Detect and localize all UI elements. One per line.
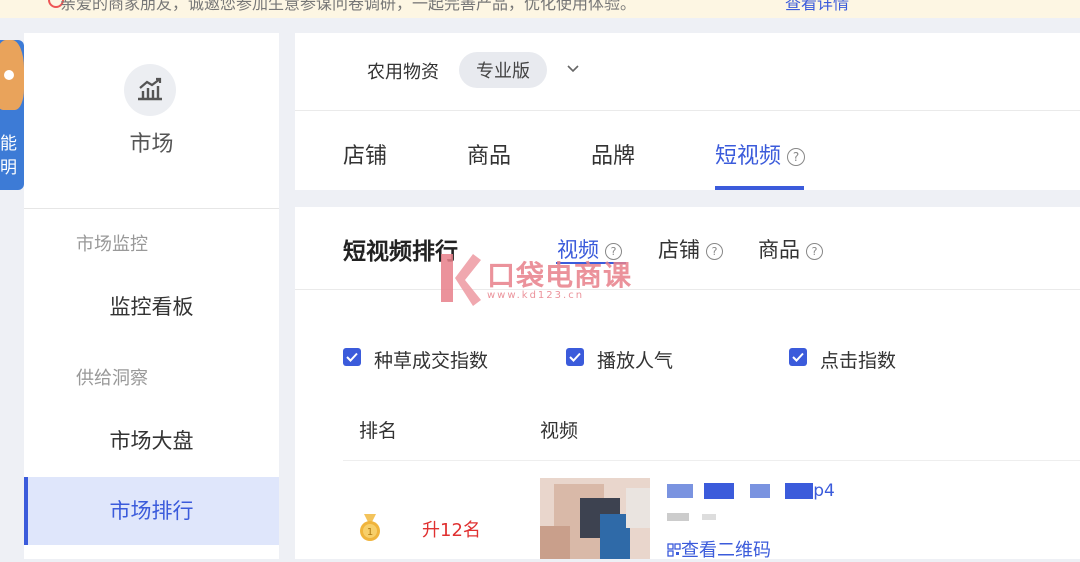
view-qr-code-link[interactable]: 查看二维码 [667,536,771,562]
sidebar-divider [24,208,279,209]
tab-active-indicator [715,186,804,190]
video-thumbnail[interactable] [540,478,650,559]
industry-selector[interactable]: 农用物资 [367,58,439,84]
banner-link[interactable]: 查看详情 [785,0,849,14]
subtab-shop[interactable]: 店铺? [658,234,723,264]
subtab-product-label: 商品 [758,238,800,262]
header-divider [295,110,1080,111]
watermark: 口袋电商课 www.kd123.cn [435,250,650,310]
table-header-divider [343,460,1080,461]
checkbox-play-popularity[interactable] [566,348,584,366]
rank-change: 升12名 [422,520,481,541]
column-header-video: 视频 [540,420,579,442]
video-title-tail: p4 [813,481,835,501]
header-panel [295,33,1080,190]
video-title-redacted [749,484,770,498]
qr-code-icon [667,543,681,557]
sidebar-item-market-overview[interactable]: 市场大盘 [24,407,279,475]
help-icon[interactable]: ? [706,243,723,260]
subtab-product[interactable]: 商品? [758,234,823,264]
tab-brands[interactable]: 品牌 [591,138,635,170]
sidebar-group-supply: 供给洞察 [76,368,148,389]
video-title-redacted [704,483,735,499]
author-redacted [701,513,716,520]
edition-badge[interactable]: 专业版 [459,52,547,88]
banner-text: 亲爱的商家朋友，诚邀您参加生意参谋问卷调研，一起完善产品，优化使用体验。 [60,0,637,13]
mascot-eye [4,70,14,80]
checkbox-click-index[interactable] [789,348,807,366]
column-header-rank: 排名 [359,420,398,442]
tab-shops[interactable]: 店铺 [343,138,387,170]
help-icon[interactable]: ? [787,148,806,166]
sidebar-title: 市场 [129,132,174,157]
watermark-logo-icon [441,254,481,306]
tab-products[interactable]: 商品 [467,138,511,170]
watermark-url: www.kd123.cn [487,290,585,301]
check-icon [569,352,581,362]
video-author [667,507,716,525]
tab-short-video[interactable]: 短视频? [715,138,806,170]
tab-short-video-label: 短视频 [715,144,782,169]
check-icon [346,352,358,362]
checkbox-seeding-index[interactable] [343,348,361,366]
market-chart-icon [124,64,176,116]
subtab-shop-label: 店铺 [658,238,700,262]
assistant-mascot[interactable]: 能明 [0,40,24,190]
notice-banner: 亲爱的商家朋友，诚邀您参加生意参谋问卷调研，一起完善产品，优化使用体验。 查看详… [0,0,1080,18]
metric-label: 种草成交指数 [374,350,489,372]
qr-link-label: 查看二维码 [681,540,771,561]
video-title-redacted [785,483,814,499]
sidebar-group-monitor: 市场监控 [76,234,148,255]
svg-text:1: 1 [367,527,373,538]
gold-medal-icon: 1 [360,514,380,541]
mascot-label: 能明 [0,134,17,178]
check-icon [792,352,804,362]
sidebar-item-monitor-board[interactable]: 监控看板 [24,273,279,341]
author-redacted [667,512,689,521]
metric-label: 点击指数 [820,350,897,372]
sidebar-item-market-ranking[interactable]: 市场排行 [24,477,279,545]
video-title-redacted [667,484,693,498]
chevron-down-icon[interactable] [566,62,580,76]
watermark-text: 口袋电商课 [487,259,633,292]
video-title[interactable]: p4 [667,481,835,501]
metric-label: 播放人气 [597,350,674,372]
ranking-divider [295,289,1080,290]
help-icon[interactable]: ? [806,243,823,260]
